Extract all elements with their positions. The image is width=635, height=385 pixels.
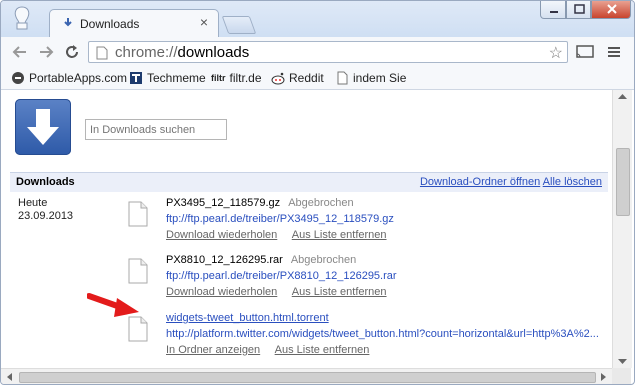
new-tab-button[interactable]	[221, 16, 257, 34]
minimize-button[interactable]	[540, 1, 566, 19]
file-icon	[128, 258, 148, 284]
menu-icon[interactable]	[604, 43, 624, 61]
download-filename: PX8810_12_126295.rar Abgebrochen	[166, 254, 356, 266]
bookmark-indem-sie[interactable]: indem Sie	[335, 70, 406, 86]
horizontal-scrollbar[interactable]	[1, 368, 612, 385]
horizontal-scroll-thumb[interactable]	[19, 372, 596, 383]
download-url[interactable]: ftp://ftp.pearl.de/treiber/PX3495_12_118…	[166, 213, 394, 225]
title-bar: Downloads ×	[1, 1, 634, 37]
remove-from-list-link[interactable]: Aus Liste entfernen	[292, 286, 387, 298]
close-icon	[607, 4, 617, 14]
remove-from-list-link[interactable]: Aus Liste entfernen	[275, 344, 370, 356]
bookmark-filtr[interactable]: filtr filtr.de	[211, 70, 262, 86]
download-url[interactable]: ftp://ftp.pearl.de/treiber/PX8810_12_126…	[166, 270, 397, 282]
downloads-header: Downloads Download-Ordner öffnen Alle lö…	[10, 172, 608, 192]
filtr-icon: filtr	[211, 73, 226, 83]
clear-all-link[interactable]: Alle löschen	[543, 176, 602, 188]
scroll-down-icon[interactable]	[613, 354, 632, 368]
search-downloads-input[interactable]	[85, 119, 227, 140]
scrollbar-corner	[612, 368, 631, 384]
scroll-right-icon[interactable]	[596, 369, 610, 385]
bookmarks-bar: PortableApps.com Techmeme filtr filtr.de…	[1, 67, 634, 90]
close-window-button[interactable]	[591, 1, 631, 19]
open-download-folder-link[interactable]: Download-Ordner öffnen	[420, 176, 540, 188]
download-url[interactable]: http://platform.twitter.com/widgets/twee…	[166, 328, 599, 340]
url-text[interactable]: chrome://downloads	[115, 44, 249, 61]
filename-text: PX3495_12_118579.gz	[166, 197, 281, 209]
scroll-left-icon[interactable]	[3, 369, 17, 385]
filename-text: PX8810_12_126295.rar	[166, 254, 283, 266]
bookmark-star-icon[interactable]: ☆	[549, 43, 563, 63]
bookmark-label: filtr.de	[229, 71, 262, 85]
portableapps-icon	[12, 72, 24, 84]
url-path: downloads	[177, 44, 250, 61]
download-status: Abgebrochen	[290, 254, 357, 266]
bookmark-label: indem Sie	[353, 71, 407, 85]
download-actions: Download wiederholen Aus Liste entfernen	[166, 286, 399, 298]
back-arrow-icon[interactable]	[11, 43, 29, 61]
tab-downloads[interactable]: Downloads ×	[49, 9, 219, 37]
vertical-scroll-thumb[interactable]	[616, 148, 630, 216]
show-in-folder-link[interactable]: In Ordner anzeigen	[166, 344, 260, 356]
date-group: Heute 23.09.2013	[18, 197, 73, 223]
download-filename: PX3495_12_118579.gz Abgebrochen	[166, 197, 354, 209]
bookmark-label: Techmeme	[147, 71, 206, 85]
techmeme-icon	[130, 72, 142, 84]
date-day: Heute	[18, 197, 48, 209]
downloads-logo	[15, 99, 71, 155]
page-icon	[96, 46, 108, 60]
forward-arrow-icon[interactable]	[37, 43, 55, 61]
reload-icon[interactable]	[63, 43, 81, 61]
omnibox[interactable]: chrome://downloads ☆	[88, 41, 568, 63]
maximize-icon	[574, 4, 585, 14]
header-links: Download-Ordner öffnen Alle löschen	[420, 176, 602, 188]
remove-from-list-link[interactable]: Aus Liste entfernen	[292, 229, 387, 241]
browser-window: Downloads × chrome://downloads ☆ Portabl…	[0, 0, 635, 385]
bookmark-label: PortableApps.com	[29, 71, 128, 85]
download-status: Abgebrochen	[288, 197, 354, 209]
user-avatar-icon[interactable]	[11, 5, 33, 31]
file-icon	[128, 201, 148, 227]
download-arrow-icon	[27, 109, 59, 145]
tab-title: Downloads	[80, 17, 140, 31]
bookmark-reddit[interactable]: Reddit	[271, 70, 324, 86]
tab-close-icon[interactable]: ×	[200, 14, 208, 30]
page-icon	[337, 71, 348, 85]
download-filename-link[interactable]: widgets-tweet_button.html.torrent	[166, 312, 329, 324]
download-actions: Download wiederholen Aus Liste entfernen	[166, 229, 399, 241]
maximize-button[interactable]	[566, 1, 591, 19]
scroll-up-icon[interactable]	[613, 90, 632, 104]
reddit-icon	[271, 72, 285, 85]
download-actions: In Ordner anzeigen Aus Liste entfernen	[166, 344, 381, 356]
toolbar: chrome://downloads ☆	[1, 37, 634, 68]
url-scheme: chrome://	[115, 44, 178, 61]
bookmark-techmeme[interactable]: Techmeme	[129, 70, 206, 86]
vertical-scrollbar[interactable]	[612, 90, 632, 368]
download-tab-icon	[64, 18, 72, 27]
cast-screen-icon[interactable]	[575, 43, 595, 61]
retry-download-link[interactable]: Download wiederholen	[166, 229, 277, 241]
bookmark-portableapps[interactable]: PortableApps.com	[11, 70, 127, 86]
date-value: 23.09.2013	[18, 210, 74, 222]
red-arrow-annotation	[87, 293, 139, 317]
retry-download-link[interactable]: Download wiederholen	[166, 286, 277, 298]
downloads-page: Downloads Download-Ordner öffnen Alle lö…	[1, 90, 612, 368]
minimize-icon	[550, 11, 558, 13]
bookmark-label: Reddit	[289, 71, 324, 85]
header-title: Downloads	[16, 176, 75, 188]
